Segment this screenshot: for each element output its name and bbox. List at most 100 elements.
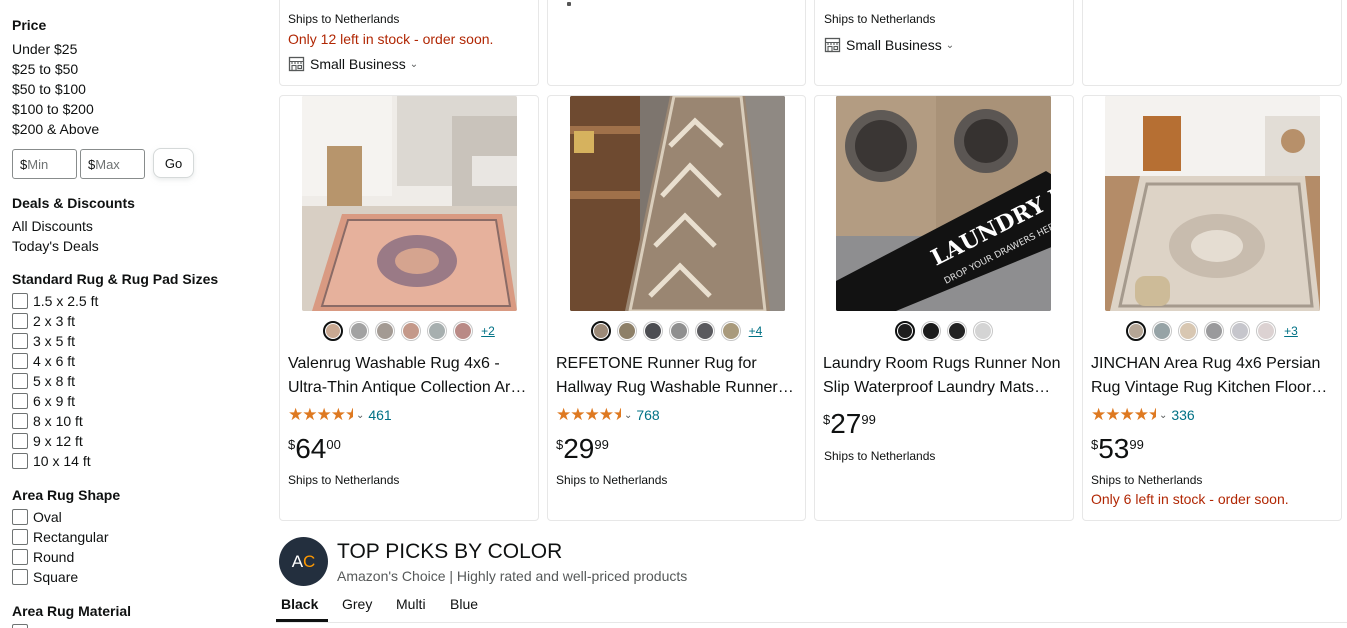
- rating-count[interactable]: 461: [368, 407, 391, 423]
- more-colors-link[interactable]: +3: [1284, 324, 1298, 338]
- size-label: 9 x 12 ft: [33, 433, 83, 449]
- color-swatch[interactable]: [921, 321, 941, 341]
- product-card-partial[interactable]: Ships to Netherlands Only 12 left in sto…: [279, 0, 539, 86]
- color-swatch[interactable]: [427, 321, 448, 341]
- product-image[interactable]: [570, 96, 785, 311]
- price-range-200-above[interactable]: $200 & Above: [12, 121, 99, 137]
- checkbox[interactable]: [12, 624, 28, 628]
- product-title[interactable]: REFETONE Runner Rug for Hallway Rug Wash…: [556, 352, 797, 400]
- product-card[interactable]: LAUNDRY ROOM DROP YOUR DRAWERS HERE Laun…: [814, 95, 1074, 521]
- checkbox[interactable]: [12, 293, 28, 309]
- price-go-button[interactable]: Go: [153, 148, 194, 178]
- size-option[interactable]: 4 x 6 ft: [12, 353, 75, 369]
- tab-black[interactable]: Black: [281, 596, 318, 612]
- color-swatch[interactable]: [1152, 321, 1173, 341]
- product-rating[interactable]: ★★★★★ ⌄ 461: [288, 405, 392, 425]
- product-rating[interactable]: ★★★★★ ⌄ 768: [556, 405, 660, 425]
- color-swatch[interactable]: [1178, 321, 1199, 341]
- shape-option[interactable]: Square: [12, 569, 78, 585]
- color-swatch[interactable]: [895, 321, 915, 341]
- price-fraction: 99: [861, 412, 876, 427]
- checkbox[interactable]: [12, 353, 28, 369]
- tab-blue[interactable]: Blue: [450, 596, 478, 612]
- material-option[interactable]: [12, 624, 33, 628]
- checkbox[interactable]: [12, 569, 28, 585]
- color-swatch[interactable]: [375, 321, 396, 341]
- color-swatch[interactable]: [1204, 321, 1225, 341]
- checkbox[interactable]: [12, 433, 28, 449]
- product-card[interactable]: +4 REFETONE Runner Rug for Hallway Rug W…: [547, 95, 806, 521]
- price-range-50-100[interactable]: $50 to $100: [12, 81, 86, 97]
- rating-count[interactable]: 768: [636, 407, 659, 423]
- checkbox[interactable]: [12, 333, 28, 349]
- color-swatch[interactable]: [642, 321, 663, 341]
- size-option[interactable]: 3 x 5 ft: [12, 333, 75, 349]
- product-image[interactable]: [1105, 96, 1320, 311]
- color-swatch[interactable]: [590, 321, 611, 341]
- size-option[interactable]: 1.5 x 2.5 ft: [12, 293, 98, 309]
- color-swatch[interactable]: [720, 321, 741, 341]
- price-whole: 27: [830, 408, 862, 439]
- product-price: $64 00: [288, 434, 341, 464]
- price-range-100-200[interactable]: $100 to $200: [12, 101, 94, 117]
- color-swatch[interactable]: [323, 321, 344, 341]
- small-business-badge[interactable]: Small Business ⌄: [824, 37, 954, 53]
- ships-to-text: Ships to Netherlands: [288, 473, 400, 487]
- max-price-input[interactable]: $ Max: [80, 149, 145, 179]
- color-swatch[interactable]: [668, 321, 689, 341]
- size-option[interactable]: 2 x 3 ft: [12, 313, 75, 329]
- shape-option[interactable]: Rectangular: [12, 529, 109, 545]
- price-range-25-50[interactable]: $25 to $50: [12, 61, 78, 77]
- color-swatch[interactable]: [349, 321, 370, 341]
- shape-option[interactable]: Oval: [12, 509, 62, 525]
- checkbox[interactable]: [12, 549, 28, 565]
- checkbox[interactable]: [12, 413, 28, 429]
- all-discounts-link[interactable]: All Discounts: [12, 218, 93, 234]
- sizes-heading: Standard Rug & Rug Pad Sizes: [12, 271, 219, 287]
- product-image[interactable]: LAUNDRY ROOM DROP YOUR DRAWERS HERE: [836, 96, 1051, 311]
- tab-multi[interactable]: Multi: [396, 596, 426, 612]
- color-swatch[interactable]: [1230, 321, 1251, 341]
- color-swatch[interactable]: [1256, 321, 1277, 341]
- color-tabs: Black Grey Multi Blue: [276, 594, 1347, 623]
- size-option[interactable]: 9 x 12 ft: [12, 433, 83, 449]
- color-swatch[interactable]: [694, 321, 715, 341]
- tab-grey[interactable]: Grey: [342, 596, 372, 612]
- size-option[interactable]: 5 x 8 ft: [12, 373, 75, 389]
- color-swatch[interactable]: [453, 321, 474, 341]
- product-card-partial[interactable]: [547, 0, 806, 86]
- product-rating[interactable]: ★★★★★ ⌄ 336: [1091, 405, 1195, 425]
- size-option[interactable]: 10 x 14 ft: [12, 453, 91, 469]
- small-business-badge[interactable]: Small Business ⌄: [288, 56, 418, 72]
- product-card-partial[interactable]: Ships to Netherlands Small Business ⌄: [814, 0, 1074, 86]
- more-colors-link[interactable]: +2: [481, 324, 495, 338]
- star-rating-icon: ★★★★★: [556, 405, 621, 424]
- size-option[interactable]: 8 x 10 ft: [12, 413, 83, 429]
- color-swatch[interactable]: [401, 321, 422, 341]
- product-card-partial[interactable]: [1082, 0, 1342, 86]
- checkbox[interactable]: [12, 509, 28, 525]
- price-range-under-25[interactable]: Under $25: [12, 41, 77, 57]
- min-price-input[interactable]: $ Min: [12, 149, 77, 179]
- color-swatch[interactable]: [973, 321, 993, 341]
- todays-deals-link[interactable]: Today's Deals: [12, 238, 99, 254]
- rating-count[interactable]: 336: [1171, 407, 1194, 423]
- checkbox[interactable]: [12, 373, 28, 389]
- product-title[interactable]: Laundry Room Rugs Runner Non Slip Waterp…: [823, 352, 1065, 400]
- shape-option[interactable]: Round: [12, 549, 74, 565]
- product-title[interactable]: Valenrug Washable Rug 4x6 - Ultra-Thin A…: [288, 352, 530, 400]
- color-swatch[interactable]: [616, 321, 637, 341]
- checkbox[interactable]: [12, 313, 28, 329]
- product-card[interactable]: +3 JINCHAN Area Rug 4x6 Persian Rug Vint…: [1082, 95, 1342, 521]
- color-swatch[interactable]: [1126, 321, 1147, 341]
- size-option[interactable]: 6 x 9 ft: [12, 393, 75, 409]
- checkbox[interactable]: [12, 529, 28, 545]
- more-colors-link[interactable]: +4: [749, 324, 763, 338]
- product-title[interactable]: JINCHAN Area Rug 4x6 Persian Rug Vintage…: [1091, 352, 1333, 400]
- color-swatch[interactable]: [947, 321, 967, 341]
- swatch-color: [1154, 323, 1171, 339]
- product-card[interactable]: +2 Valenrug Washable Rug 4x6 - Ultra-Thi…: [279, 95, 539, 521]
- checkbox[interactable]: [12, 453, 28, 469]
- product-image[interactable]: [302, 96, 517, 311]
- checkbox[interactable]: [12, 393, 28, 409]
